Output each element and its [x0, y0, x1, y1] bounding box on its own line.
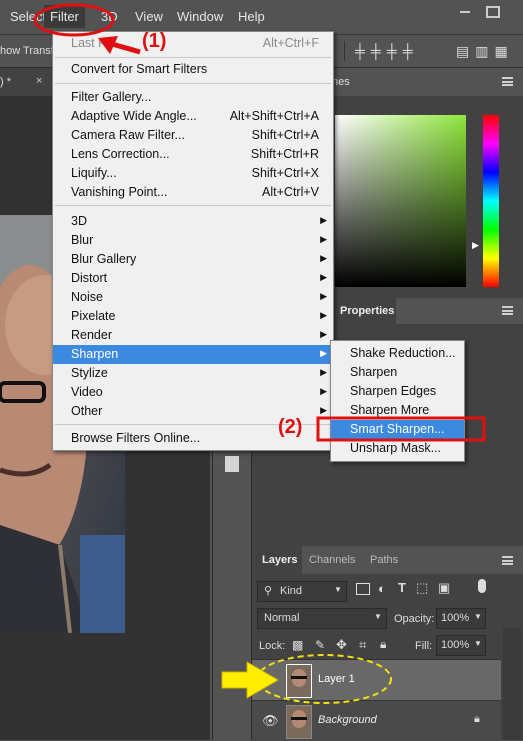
- annotation-arrow-1: [111, 41, 141, 55]
- annotation-box-smart-sharpen: [316, 416, 486, 442]
- annotation-step-1: (1): [142, 30, 167, 52]
- annotation-overlay: [33, 3, 486, 704]
- annotation-step-2: (2): [278, 416, 303, 438]
- annotation-circle-filter: [33, 3, 115, 37]
